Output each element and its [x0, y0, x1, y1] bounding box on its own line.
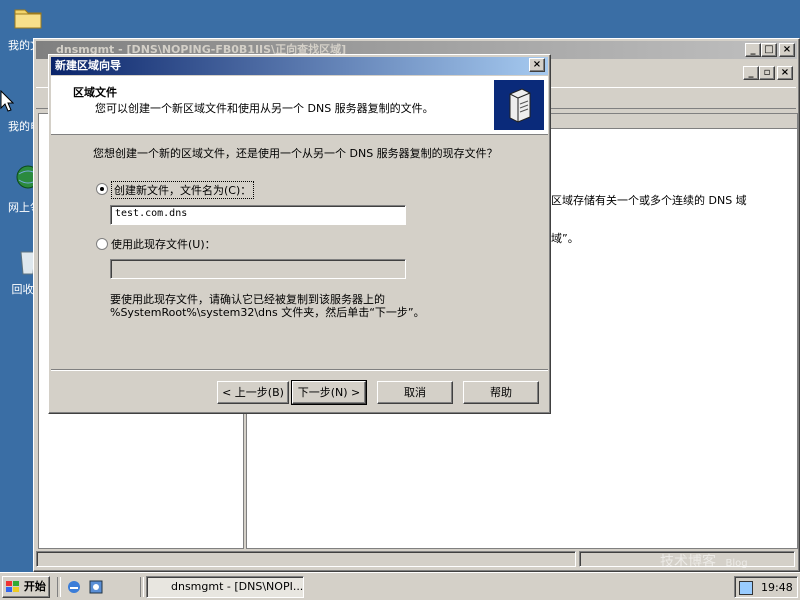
radio-create-new-file[interactable] [96, 183, 108, 195]
windows-logo-icon [6, 581, 19, 592]
wizard-header: 区域文件 您可以创建一个新区域文件和使用从另一个 DNS 服务器复制的文件。 [51, 76, 548, 135]
internet-explorer-icon[interactable] [66, 579, 82, 595]
details-text-line-1: 区域存储有关一个或多个连续的 DNS 域 [551, 194, 747, 207]
radio-use-existing-file[interactable] [96, 238, 108, 250]
watermark-line-2: 技术博客 [660, 554, 716, 570]
radio-use-existing-label[interactable]: 使用此现存文件(U)： [111, 236, 216, 252]
cancel-button[interactable]: 取消 [377, 381, 453, 404]
taskbar-separator [57, 577, 61, 597]
wizard-header-subtitle: 您可以创建一个新区域文件和使用从另一个 DNS 服务器复制的文件。 [95, 102, 434, 115]
next-button[interactable]: 下一步(N) > [291, 380, 367, 405]
wizard-title: 新建区域向导 [55, 59, 121, 72]
back-button[interactable]: < 上一步(B) [217, 381, 289, 404]
taskbar-task-label: dnsmgmt - [DNS\NOPI... [171, 580, 304, 593]
start-label: 开始 [23, 580, 46, 593]
mmc-minimize-button[interactable]: _ [745, 43, 761, 57]
child-minimize-button[interactable]: _ [743, 66, 759, 80]
explorer-icon[interactable] [88, 579, 104, 595]
mouse-cursor-icon [0, 90, 14, 112]
wizard-note-line-2: %SystemRoot%\system32\dns 文件夹，然后单击“下一步”。 [110, 306, 425, 319]
child-close-button[interactable]: × [777, 66, 793, 80]
wizard-close-button[interactable]: × [529, 58, 545, 72]
server-icon-box [494, 80, 544, 130]
new-zone-wizard-dialog: 新建区域向导 × 区域文件 您可以创建一个新区域文件和使用从另一个 DNS 服务… [48, 54, 551, 414]
clock[interactable]: 19:48 [761, 581, 793, 594]
taskbar: 开始 dnsmgmt - [DNS\NOPI... 19:48 [0, 572, 800, 600]
taskbar-task-dnsmgmt[interactable]: dnsmgmt - [DNS\NOPI... [146, 576, 304, 598]
help-button[interactable]: 帮助 [463, 381, 539, 404]
existing-file-name-input [110, 259, 406, 279]
new-file-name-input[interactable]: test.com.dns [110, 205, 406, 225]
radio-create-new-label[interactable]: 创建新文件，文件名为(C)： [111, 181, 255, 199]
child-restore-button[interactable]: ▫ [759, 66, 775, 80]
watermark-line-3: Blog [725, 558, 748, 569]
status-bar-pane-1 [36, 551, 576, 567]
watermark-line-1: 51CTO.com [660, 530, 775, 551]
taskbar-separator-2 [140, 577, 144, 597]
folder-icon [14, 9, 42, 29]
wizard-question: 您想创建一个新的区域文件，还是使用一个从另一个 DNS 服务器复制的现存文件？ [93, 147, 498, 160]
watermark: 51CTO.com 技术博客 Blog [660, 530, 790, 571]
server-icon [509, 88, 531, 123]
wizard-header-title: 区域文件 [73, 86, 117, 99]
system-tray: 19:48 [734, 576, 798, 598]
mmc-maximize-button[interactable]: □ [761, 43, 777, 57]
details-text-line-2: 域”。 [551, 232, 579, 245]
start-button[interactable]: 开始 [2, 576, 50, 598]
wizard-separator [51, 369, 548, 371]
wizard-title-bar[interactable]: 新建区域向导 [51, 57, 548, 75]
mmc-close-button[interactable]: × [779, 43, 795, 57]
network-tray-icon[interactable] [739, 581, 753, 595]
